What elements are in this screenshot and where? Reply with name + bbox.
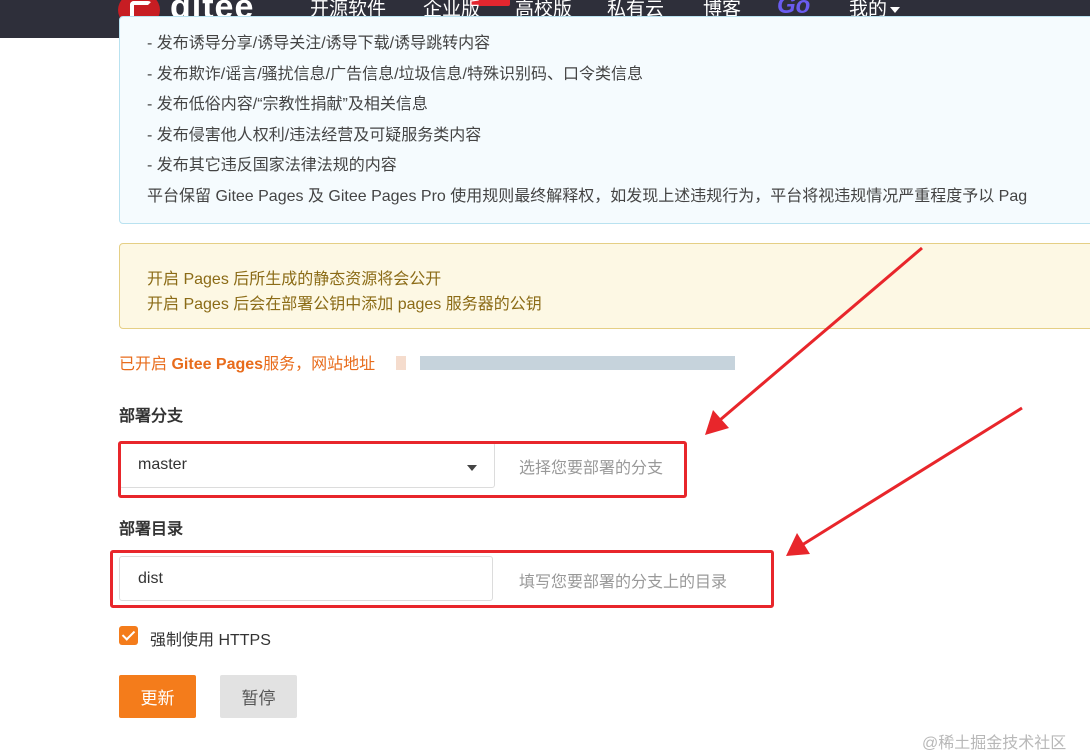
https-checkbox[interactable] [119, 626, 138, 645]
annotation-arrowhead-icon [786, 533, 810, 556]
pause-button[interactable]: 暂停 [220, 675, 297, 718]
annotation-arrow-line [801, 406, 1023, 547]
annotation-arrow-line [719, 246, 923, 422]
watermark: @稀土掘金技术社区 [922, 735, 1067, 752]
https-checkbox-label[interactable]: 强制使用 HTTPS [150, 626, 271, 650]
update-button[interactable]: 更新 [119, 675, 196, 718]
